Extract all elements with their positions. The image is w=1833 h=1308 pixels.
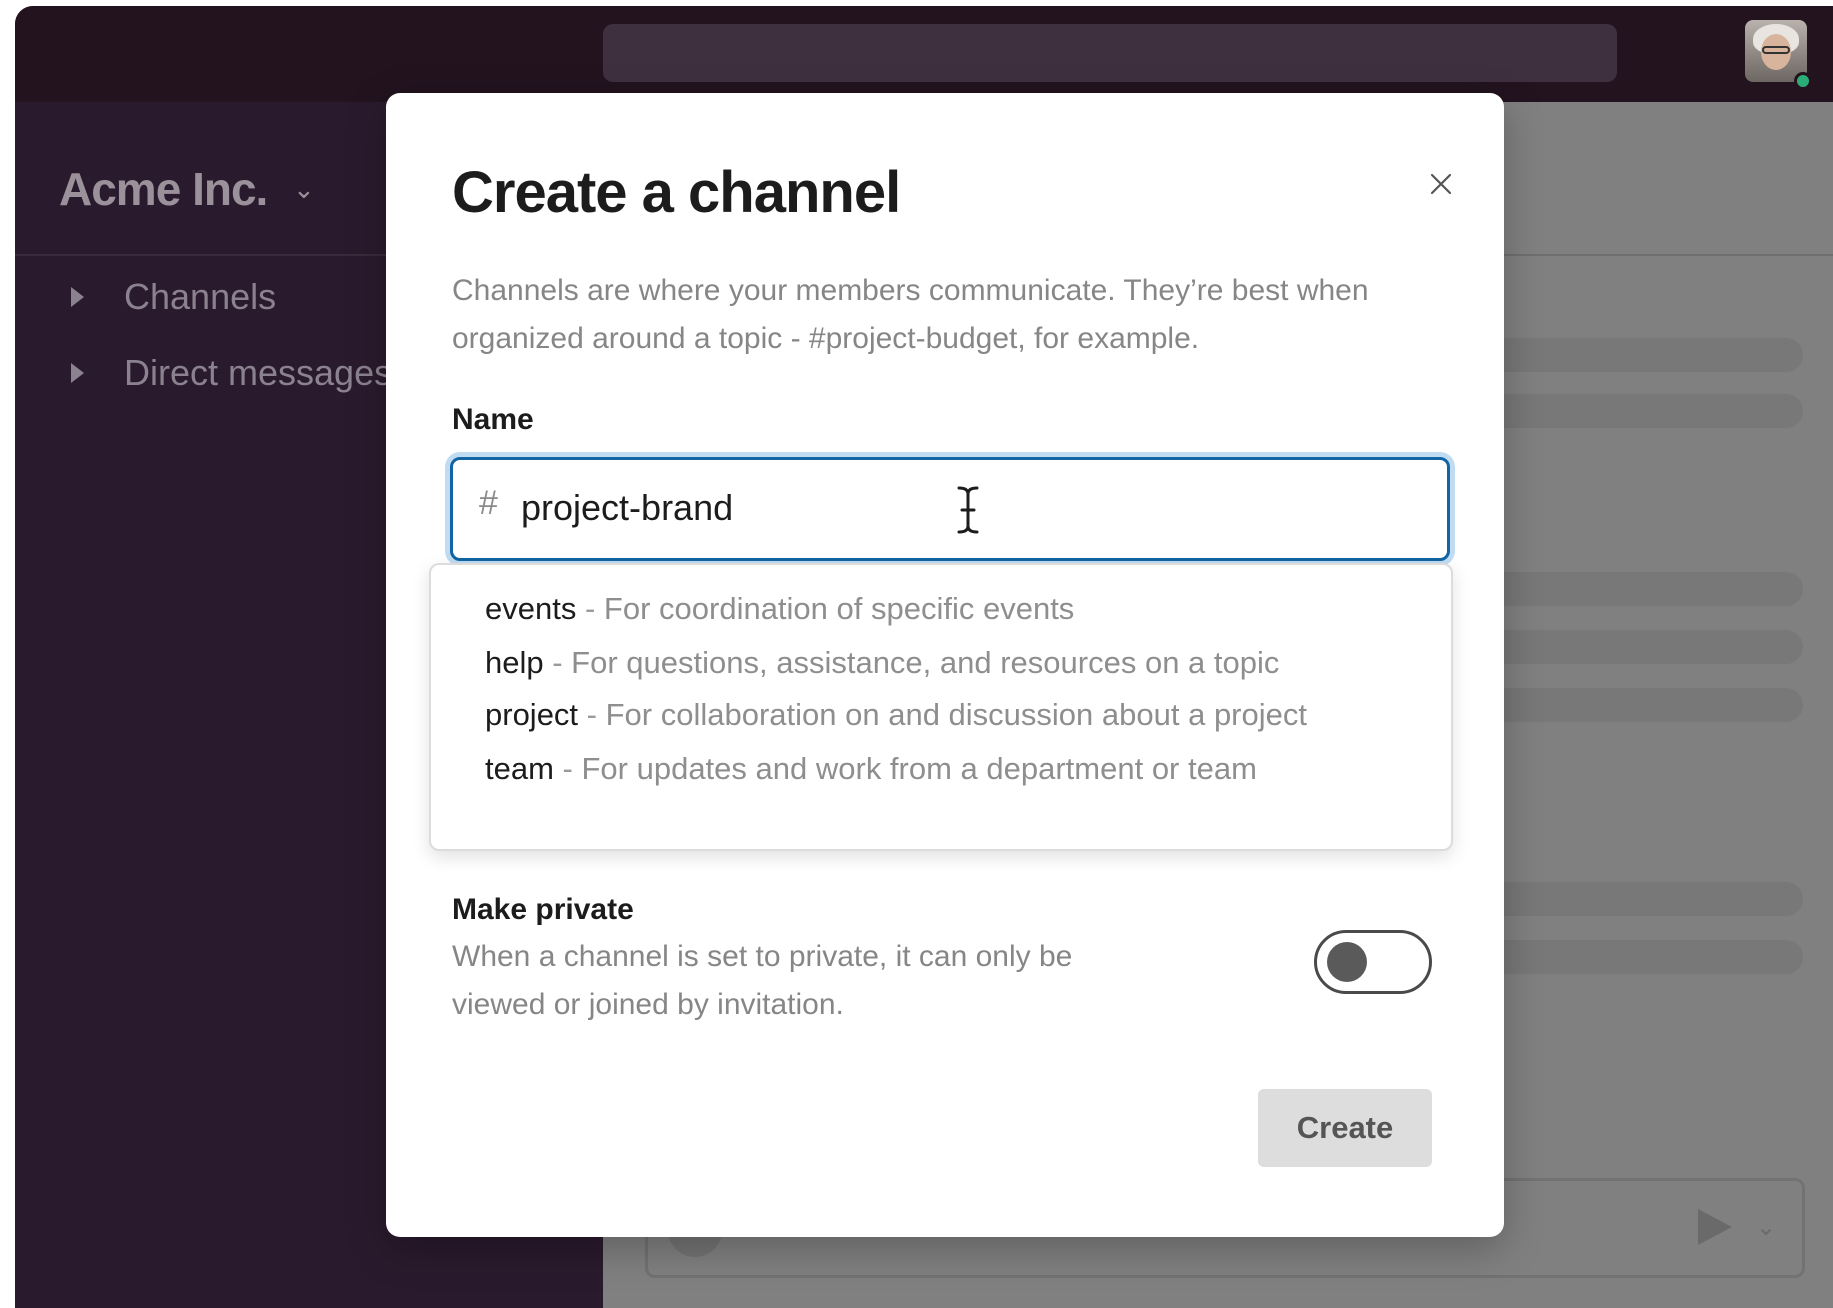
modal-title: Create a channel <box>452 160 901 225</box>
caret-right-icon[interactable] <box>71 287 84 307</box>
avatar-glasses <box>1762 46 1790 54</box>
top-bar <box>15 6 1833 102</box>
app-window: Acme Inc. ⌄ Channels Direct messages ⌄ C… <box>15 6 1833 1308</box>
channel-name-field[interactable]: # <box>450 457 1450 561</box>
sidebar-section-channels[interactable]: Channels <box>71 272 276 322</box>
suggestion-item-events[interactable]: events - For coordination of specific ev… <box>485 583 1074 635</box>
close-button[interactable] <box>1418 161 1464 207</box>
sidebar-section-label: Direct messages <box>124 352 393 393</box>
hash-icon: # <box>479 484 498 522</box>
suggestion-separator: - <box>576 591 604 626</box>
sidebar-section-label: Channels <box>124 276 277 317</box>
suggestion-separator: - <box>553 751 582 786</box>
caret-right-icon[interactable] <box>71 363 84 383</box>
search-bar[interactable] <box>603 24 1617 82</box>
text-cursor-icon <box>957 486 979 534</box>
make-private-description: When a channel is set to private, it can… <box>452 940 1073 1021</box>
make-private-toggle[interactable] <box>1314 930 1432 994</box>
make-private-label: Make private <box>452 893 634 926</box>
suggestion-separator: - <box>543 645 572 680</box>
suggestion-name: project <box>485 697 579 732</box>
create-channel-modal: Create a channel Channels are where your… <box>386 93 1504 1237</box>
suggestion-description: For coordination of specific events <box>603 591 1075 626</box>
suggestion-separator: - <box>578 697 606 732</box>
online-status-icon <box>1794 72 1812 90</box>
chevron-down-icon[interactable]: ⌄ <box>293 174 315 205</box>
channel-name-suggestions: events - For coordination of specific ev… <box>429 563 1453 851</box>
suggestion-description: For updates and work from a department o… <box>581 751 1257 786</box>
send-icon[interactable] <box>1698 1209 1732 1245</box>
suggestion-item-project[interactable]: project - For collaboration on and discu… <box>485 689 1307 741</box>
suggestion-description: For collaboration on and discussion abou… <box>605 697 1307 732</box>
workspace-name[interactable]: Acme Inc. <box>59 162 268 216</box>
suggestion-item-help[interactable]: help - For questions, assistance, and re… <box>485 637 1279 689</box>
toggle-knob <box>1327 942 1367 982</box>
suggestion-description: For questions, assistance, and resources… <box>571 645 1280 680</box>
suggestion-name: events <box>485 591 577 626</box>
create-button[interactable]: Create <box>1258 1089 1432 1167</box>
channel-name-input[interactable] <box>521 480 1381 536</box>
suggestion-item-team[interactable]: team - For updates and work from a depar… <box>485 743 1257 795</box>
modal-description: Channels are where your members communic… <box>452 274 1369 355</box>
close-icon[interactable] <box>1429 172 1453 196</box>
sidebar-section-direct-messages[interactable]: Direct messages <box>71 348 392 398</box>
chevron-down-icon[interactable]: ⌄ <box>1756 1213 1776 1242</box>
name-field-label: Name <box>452 403 534 436</box>
suggestion-name: help <box>485 645 544 680</box>
suggestion-name: team <box>485 751 554 786</box>
